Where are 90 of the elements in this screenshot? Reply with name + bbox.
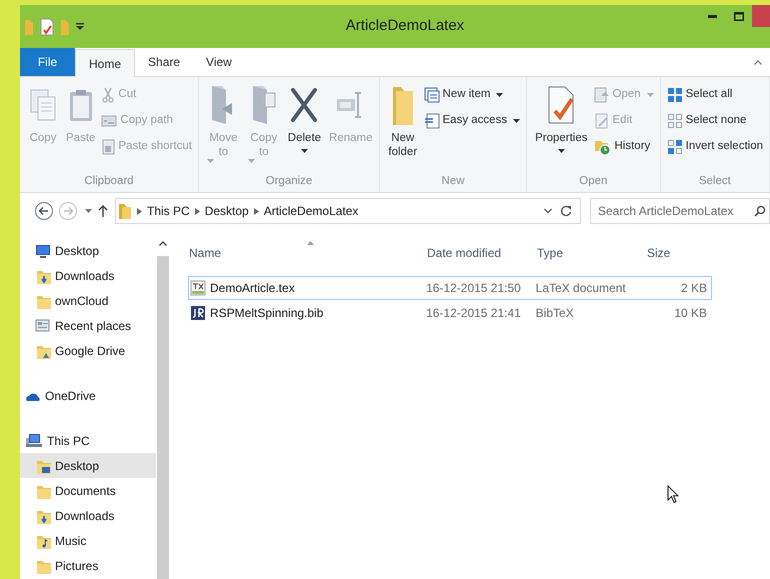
caret-icon xyxy=(513,119,520,123)
nav-item[interactable]: Downloads xyxy=(20,503,156,528)
size-cell-text: 2 KB xyxy=(680,280,708,297)
recent-places-icon xyxy=(35,318,51,334)
file-tab[interactable]: File xyxy=(20,48,75,76)
file-row[interactable]: RSPMeltSpinning.bib 16-12-2015 21:41 BibTeX 10 KB xyxy=(188,301,712,325)
ribbon-button[interactable]: Select none xyxy=(666,110,763,132)
history-icon xyxy=(594,138,612,156)
breadcrumb[interactable]: ArticleDemoLatex xyxy=(264,202,358,220)
nav-item[interactable]: Music xyxy=(20,528,156,553)
breadcrumb[interactable]: Desktop xyxy=(204,202,249,220)
file-name: DemoArticle.tex xyxy=(210,280,295,297)
computer-icon xyxy=(25,432,43,448)
size-cell-text: 10 KB xyxy=(673,305,708,322)
column-header[interactable]: Size xyxy=(646,240,712,266)
scroll-up-icon[interactable] xyxy=(159,241,167,246)
group-label: Clipboard xyxy=(83,174,135,189)
date-cell-text: 16-12-2015 21:50 xyxy=(426,280,522,297)
column-header[interactable]: Name xyxy=(188,240,426,266)
nav-item[interactable]: Documents xyxy=(20,478,156,503)
bib-file-icon xyxy=(190,305,206,321)
nav-item[interactable]: Desktop xyxy=(20,453,156,478)
easy-access-icon xyxy=(424,113,440,129)
group-label: Organize xyxy=(264,174,314,189)
invert-selection-icon xyxy=(666,139,683,155)
maximize-icon xyxy=(734,12,744,20)
shortcut-icon xyxy=(101,139,116,155)
recent-locations-icon[interactable] xyxy=(84,208,93,214)
chevron-icon[interactable] xyxy=(137,208,142,214)
ribbon-tab[interactable]: Home xyxy=(75,49,136,77)
search-field[interactable]: Search ArticleDemoLatex xyxy=(590,198,770,224)
file-name: RSPMeltSpinning.bib xyxy=(210,305,324,322)
sort-icon xyxy=(307,241,314,245)
ribbon-button[interactable]: Easy access xyxy=(424,110,520,132)
chevron-icon[interactable] xyxy=(194,208,200,214)
breadcrumb[interactable]: This PC xyxy=(147,202,190,220)
nav-item[interactable]: This PC xyxy=(20,428,156,453)
nav-item[interactable]: Google Drive xyxy=(20,338,156,363)
monitor-icon xyxy=(35,242,51,258)
nav-item[interactable]: Pictures xyxy=(20,553,156,578)
ribbon-button[interactable]: Invert selection xyxy=(666,136,763,158)
dropdown-icon[interactable] xyxy=(544,208,552,214)
new-item-icon xyxy=(424,87,440,103)
caret-icon xyxy=(496,93,504,97)
type-cell-text: BibTeX xyxy=(536,305,575,322)
edit-icon xyxy=(594,113,610,129)
ribbon-button[interactable]: New folder xyxy=(386,83,420,173)
ribbon-button[interactable]: Delete xyxy=(286,83,324,173)
mouse-cursor-icon xyxy=(667,485,679,504)
search-icon xyxy=(754,205,766,217)
column-header[interactable]: Type xyxy=(536,240,646,266)
column-header[interactable]: Date modified xyxy=(426,240,536,266)
address-field[interactable]: This PC Desktop ArticleDemoLatex xyxy=(115,198,581,224)
caret-icon xyxy=(558,149,565,153)
select-all-icon xyxy=(666,87,683,103)
back-icon[interactable] xyxy=(34,201,54,221)
refresh-icon[interactable] xyxy=(560,205,572,217)
window-title: ArticleDemoLatex xyxy=(344,16,466,36)
group-label: New xyxy=(440,174,466,189)
caret-icon xyxy=(646,93,654,97)
customize-icon[interactable] xyxy=(76,22,84,30)
copy-path-icon xyxy=(101,114,118,128)
folder-icon xyxy=(118,202,132,220)
caret-icon xyxy=(248,159,255,163)
ribbon-button[interactable]: Properties xyxy=(533,83,590,173)
scrollbar-thumb[interactable] xyxy=(157,256,169,579)
nav-item[interactable]: OneDrive xyxy=(20,383,156,408)
group-label: Select xyxy=(698,174,732,189)
nav-item[interactable]: Recent places xyxy=(20,313,156,338)
type-cell-text: LaTeX document xyxy=(536,280,627,297)
ribbon-button[interactable]: History xyxy=(594,136,654,158)
select-none-icon xyxy=(666,113,683,129)
ribbon-button[interactable]: New item xyxy=(424,84,520,106)
tex-file-icon xyxy=(190,280,206,296)
nav-item[interactable]: Downloads xyxy=(20,263,156,288)
date-cell-text: 16-12-2015 21:41 xyxy=(426,305,522,322)
caret-icon xyxy=(300,149,308,153)
file-row[interactable]: DemoArticle.tex 16-12-2015 21:50 LaTeX document 2 KB xyxy=(188,276,712,300)
caret-icon xyxy=(206,159,214,163)
open-icon xyxy=(594,87,610,103)
nav-item[interactable]: Desktop xyxy=(20,238,156,263)
properties-icon[interactable] xyxy=(40,18,54,36)
nav-item[interactable]: ownCloud xyxy=(20,288,156,313)
chevron-icon[interactable] xyxy=(254,208,259,214)
ribbon-button[interactable]: Select all xyxy=(666,84,763,106)
collapse-ribbon-icon[interactable] xyxy=(754,60,762,64)
minimize-icon xyxy=(708,14,716,18)
group-label: Open xyxy=(578,174,608,189)
scissors-icon xyxy=(101,87,116,103)
up-icon[interactable] xyxy=(97,204,109,218)
